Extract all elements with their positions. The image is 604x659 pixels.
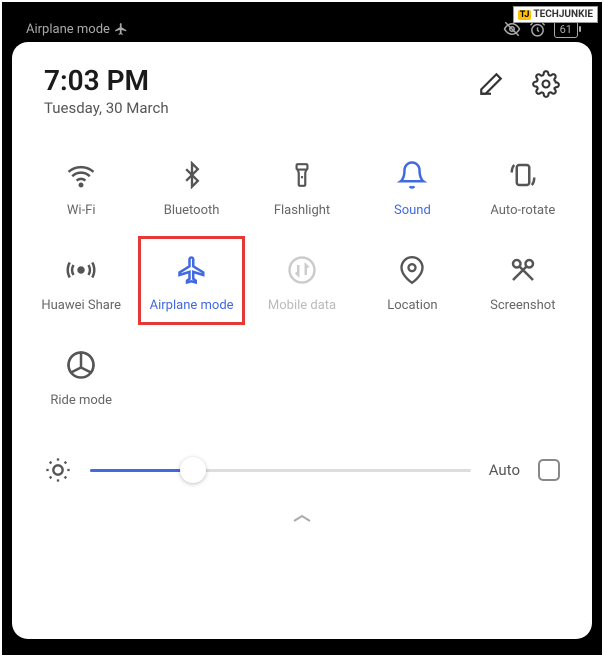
expand-handle[interactable] <box>22 504 582 534</box>
gear-icon[interactable] <box>532 70 560 98</box>
auto-brightness-checkbox[interactable] <box>538 459 560 481</box>
brightness-icon <box>44 456 72 484</box>
tile-airplane-mode[interactable]: Airplane mode <box>136 238 246 333</box>
ride-mode-icon <box>66 350 96 380</box>
brightness-row: Auto <box>22 436 582 504</box>
phone-frame: Airplane mode 61 7:03 PM <box>4 4 600 653</box>
battery-indicator: 61 <box>554 21 578 38</box>
brightness-slider[interactable] <box>90 469 471 472</box>
quick-settings-panel: 7:03 PM Tuesday, 30 March <box>12 42 592 639</box>
tile-sound[interactable]: Sound <box>357 143 467 238</box>
autorotate-icon <box>508 160 538 190</box>
bell-icon <box>397 160 427 190</box>
alarm-icon <box>529 21 546 38</box>
huawei-share-icon <box>66 255 96 285</box>
time-date-block: 7:03 PM Tuesday, 30 March <box>44 64 169 117</box>
tile-flashlight[interactable]: Flashlight <box>247 143 357 238</box>
tile-huawei-share[interactable]: Huawei Share <box>26 238 136 333</box>
tile-screenshot[interactable]: Screenshot <box>468 238 578 333</box>
status-mode-text: Airplane mode <box>26 22 110 37</box>
tile-bluetooth[interactable]: Bluetooth <box>136 143 246 238</box>
tile-mobile-data[interactable]: Mobile data <box>247 238 357 333</box>
tile-ride-mode[interactable]: Ride mode <box>26 333 136 428</box>
mobile-data-icon <box>287 255 317 285</box>
highlight-box <box>138 236 244 325</box>
airplane-icon <box>114 22 128 36</box>
tile-autorotate[interactable]: Auto-rotate <box>468 143 578 238</box>
screenshot-icon <box>508 255 538 285</box>
auto-brightness-label: Auto <box>489 461 520 479</box>
slider-thumb[interactable] <box>180 457 206 483</box>
tiles-grid: Wi-Fi Bluetooth Flashlight <box>22 135 582 436</box>
tile-location[interactable]: Location <box>357 238 467 333</box>
bluetooth-icon <box>178 161 206 189</box>
watermark: TJ TECHJUNKIE <box>513 6 598 23</box>
wifi-icon <box>66 160 96 190</box>
tile-wifi[interactable]: Wi-Fi <box>26 143 136 238</box>
flashlight-icon <box>289 160 315 190</box>
clock-time: 7:03 PM <box>44 64 169 97</box>
edit-icon[interactable] <box>478 71 504 97</box>
status-bar: Airplane mode 61 <box>12 12 592 42</box>
location-icon <box>398 255 426 285</box>
clock-date: Tuesday, 30 March <box>44 99 169 117</box>
